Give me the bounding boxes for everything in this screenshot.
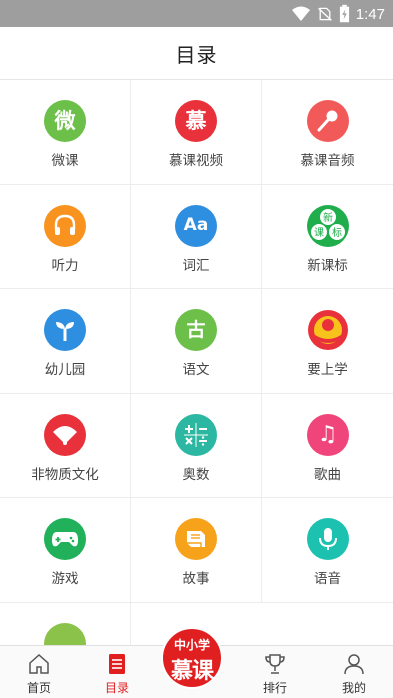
- mu-icon: 慕: [175, 100, 217, 142]
- grid-item-kindergarten[interactable]: 幼儿园: [0, 289, 131, 394]
- grid-item-label: 歌曲: [314, 466, 341, 483]
- grid-item-label: 微课: [51, 153, 79, 169]
- user-icon: [344, 654, 364, 675]
- svg-text:课: 课: [314, 227, 324, 239]
- svg-text:标: 标: [332, 227, 342, 239]
- center-badge-line2: 慕课: [170, 659, 214, 684]
- fan-icon: [44, 413, 86, 456]
- grid-item-label: 听力: [51, 257, 79, 274]
- grid-item-listening[interactable]: 听力: [0, 184, 131, 290]
- grid-item-stories[interactable]: 故事: [131, 498, 262, 603]
- grid-item-label: 奥数: [182, 466, 210, 483]
- tab-mine[interactable]: 我的: [315, 646, 393, 698]
- status-time: 1:47: [355, 5, 385, 23]
- gamepad-icon: [44, 518, 86, 561]
- grid-item-intangible-culture[interactable]: 非物质文化: [0, 393, 131, 499]
- voice-mic-icon: [306, 518, 349, 561]
- aa-icon: Aa: [175, 204, 217, 247]
- trophy-icon: [265, 654, 285, 674]
- grid-item-label: 语文: [182, 362, 210, 379]
- new-curriculum-icon: 新 课 标: [306, 204, 349, 247]
- school-emblem-icon: [306, 309, 349, 352]
- tab-label: 目录: [104, 681, 129, 695]
- grid-item-chinese[interactable]: 古 语文: [131, 289, 262, 394]
- grid-item-label: 新课标: [307, 257, 348, 274]
- center-mooc-button[interactable]: 中小学 慕课: [161, 627, 223, 689]
- grid-item-new-curriculum[interactable]: 新 课 标 新课标: [262, 184, 393, 290]
- grid-item-label: 故事: [182, 571, 210, 588]
- sprout-icon: [44, 309, 86, 352]
- math-icon: [175, 413, 217, 456]
- book-icon: [175, 518, 217, 561]
- wei-icon: 微: [44, 100, 86, 142]
- grid-item-vocabulary[interactable]: Aa 词汇: [131, 184, 262, 290]
- music-note-icon: ♫: [306, 413, 349, 456]
- grid-item-label: 语音: [314, 571, 341, 588]
- tab-label: 排行: [262, 681, 287, 695]
- page-title: 目录: [175, 43, 218, 67]
- grid-item-label: 非物质文化: [31, 466, 99, 483]
- headphones-icon: [44, 204, 86, 247]
- grid-item-label: 慕课视频: [169, 153, 223, 169]
- no-sim-icon: [317, 7, 332, 21]
- wifi-icon: [291, 6, 310, 21]
- grid-item-mooc-video[interactable]: 慕 慕课视频: [131, 80, 262, 185]
- tab-label: 首页: [26, 681, 51, 695]
- tab-home[interactable]: 首页: [0, 646, 78, 698]
- center-badge-line1: 中小学: [173, 638, 210, 652]
- tab-label: 我的: [341, 681, 366, 695]
- tab-ranking[interactable]: 排行: [236, 646, 314, 698]
- grid-item-label: 游戏: [51, 571, 79, 588]
- grid-item-label: 慕课音频: [300, 153, 355, 169]
- grid-item-mooc-audio[interactable]: 慕课音频: [262, 80, 393, 185]
- header: 目录: [0, 27, 393, 80]
- grid-item-label: 要上学: [307, 362, 348, 379]
- home-icon: [29, 653, 49, 674]
- catalog-icon: [109, 654, 125, 674]
- grid-item-going-to-school[interactable]: 要上学: [262, 289, 393, 394]
- grid-item-weike[interactable]: 微 微课: [0, 80, 131, 185]
- chinese-icon: 古: [175, 309, 217, 352]
- grid-item-math-olympiad[interactable]: 奥数: [131, 393, 262, 499]
- grid-item-partial[interactable]: [0, 603, 131, 665]
- grid-item-label: 词汇: [182, 257, 210, 274]
- tab-catalog[interactable]: 目录: [78, 646, 156, 698]
- grid-item-songs[interactable]: ♫ 歌曲: [262, 393, 393, 499]
- grid-item-voice[interactable]: 语音: [262, 498, 393, 603]
- grid-item-games[interactable]: 游戏: [0, 498, 131, 603]
- status-bar: 1:47: [0, 0, 393, 27]
- grid-item-label: 幼儿园: [44, 362, 86, 379]
- battery-charging-icon: [339, 4, 349, 23]
- svg-text:新: 新: [323, 211, 333, 224]
- microphone-icon: [306, 100, 349, 142]
